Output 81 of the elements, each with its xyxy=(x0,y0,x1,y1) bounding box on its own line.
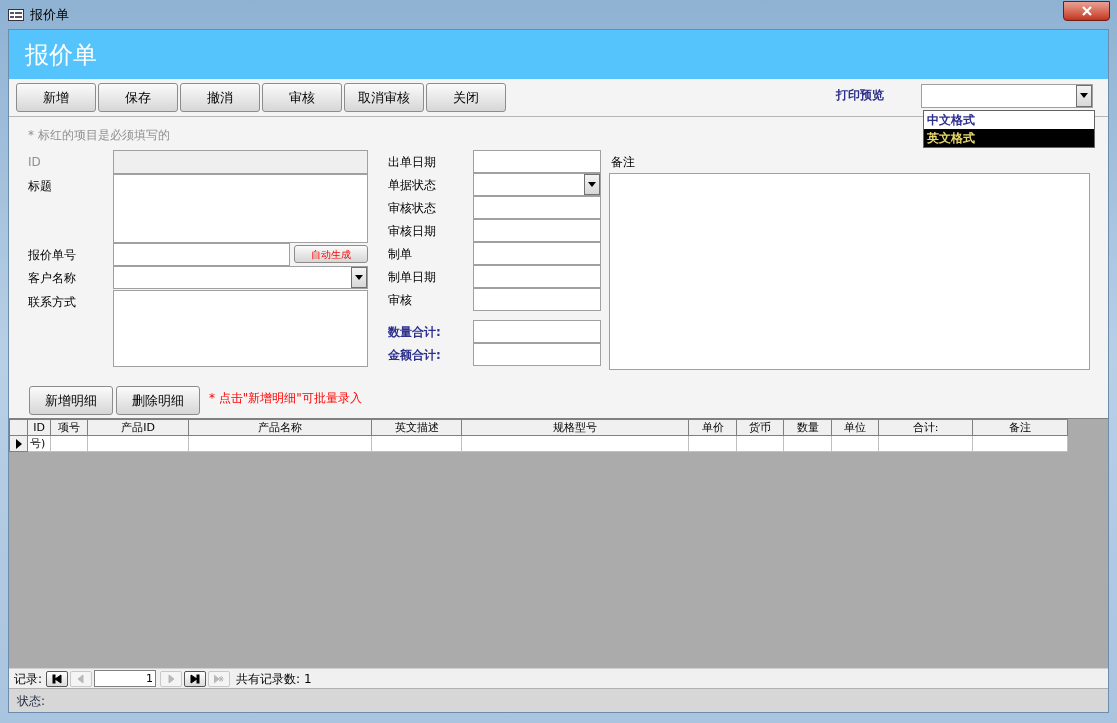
field-label: 出单日期 xyxy=(388,154,437,171)
text-field[interactable] xyxy=(473,219,601,242)
record-count: 共有记录数: 1 xyxy=(236,670,312,688)
print-preview-label: 打印预览 xyxy=(836,86,884,104)
field-label: 标题 xyxy=(28,178,53,195)
field-label: 报价单号 xyxy=(28,247,77,264)
field-label: 审核 xyxy=(388,292,413,309)
total-label: 数量合计: xyxy=(388,324,442,341)
text-area[interactable] xyxy=(113,174,368,243)
print-format-combo[interactable] xyxy=(921,83,1093,108)
field-label: 审核状态 xyxy=(388,200,437,217)
row-selector[interactable] xyxy=(9,436,28,452)
toolbar-button[interactable]: 审核 xyxy=(262,83,342,112)
text-field[interactable] xyxy=(473,288,601,311)
text-field[interactable] xyxy=(473,343,601,366)
detail-button[interactable]: 删除明细 xyxy=(116,386,200,415)
field-label: 制单日期 xyxy=(388,269,437,286)
column-header[interactable]: 产品ID xyxy=(88,419,189,436)
form-icon xyxy=(8,8,24,21)
table-cell: 号) xyxy=(28,436,51,452)
record-label: 记录: xyxy=(14,670,43,688)
window-title: 报价单 xyxy=(30,5,69,24)
total-label: 金额合计: xyxy=(388,347,442,364)
table-cell xyxy=(737,436,784,452)
form-title: 报价单 xyxy=(25,39,97,71)
required-note: * 标红的项目是必须填写的 xyxy=(28,127,170,140)
detail-button[interactable]: 新增明细 xyxy=(29,386,113,415)
new-record-icon xyxy=(214,673,225,684)
table-cell xyxy=(832,436,879,452)
close-icon xyxy=(1081,5,1092,16)
column-header[interactable]: 备注 xyxy=(973,419,1068,436)
field-label: 联系方式 xyxy=(28,294,77,311)
text-field[interactable] xyxy=(473,320,601,343)
column-header[interactable]: 英文描述 xyxy=(372,419,462,436)
toolbar-button[interactable]: 关闭 xyxy=(426,83,506,112)
column-header[interactable]: 规格型号 xyxy=(462,419,689,436)
column-header[interactable]: 项号 xyxy=(51,419,88,436)
first-record-icon xyxy=(52,673,63,684)
table-cell xyxy=(689,436,737,452)
toolbar-button[interactable]: 撤消 xyxy=(180,83,260,112)
text-field[interactable] xyxy=(473,265,601,288)
caret-icon xyxy=(588,182,596,187)
column-header[interactable]: 货币 xyxy=(737,419,784,436)
dropdown-button[interactable] xyxy=(1076,84,1092,107)
column-header[interactable]: 单位 xyxy=(832,419,879,436)
nav-button[interactable] xyxy=(184,670,207,687)
current-record-icon xyxy=(15,438,22,449)
field-label: ID xyxy=(28,154,42,171)
status-label: 状态: xyxy=(17,692,46,710)
toolbar-button[interactable]: 新增 xyxy=(16,83,96,112)
column-header[interactable]: 数量 xyxy=(784,419,832,436)
next-record-icon xyxy=(166,673,177,684)
close-button[interactable] xyxy=(1063,0,1110,21)
text-field[interactable] xyxy=(473,242,601,265)
text-field[interactable] xyxy=(473,150,601,173)
toolbar-button[interactable]: 取消审核 xyxy=(344,83,424,112)
toolbar-button[interactable]: 保存 xyxy=(98,83,178,112)
dropdown-button[interactable] xyxy=(351,267,367,288)
field-label: 制单 xyxy=(388,246,413,263)
record-number-field[interactable]: 1 xyxy=(94,670,157,687)
field-label: 客户名称 xyxy=(28,270,77,287)
caret-icon xyxy=(1080,93,1088,98)
combo-box[interactable] xyxy=(473,173,601,196)
prev-record-icon xyxy=(76,673,87,684)
table-cell xyxy=(51,436,88,452)
dropdown-button[interactable] xyxy=(584,174,600,195)
column-header[interactable]: 产品名称 xyxy=(189,419,372,436)
text-field[interactable] xyxy=(113,243,290,266)
remarks-label: 备注 xyxy=(611,154,636,171)
caret-icon xyxy=(355,275,363,280)
last-record-icon xyxy=(190,673,201,684)
dropdown-option[interactable]: 英文格式 xyxy=(924,129,1094,147)
field-label: 审核日期 xyxy=(388,223,437,240)
text-field[interactable] xyxy=(473,196,601,219)
field-label: 单据状态 xyxy=(388,177,437,194)
nav-button[interactable] xyxy=(46,670,69,687)
detail-note: * 点击"新增明细"可批量录入 xyxy=(209,389,362,407)
table-cell xyxy=(784,436,832,452)
column-header[interactable]: ID xyxy=(28,419,51,436)
column-header[interactable]: 单价 xyxy=(689,419,737,436)
column-header[interactable]: 合计: xyxy=(879,419,973,436)
